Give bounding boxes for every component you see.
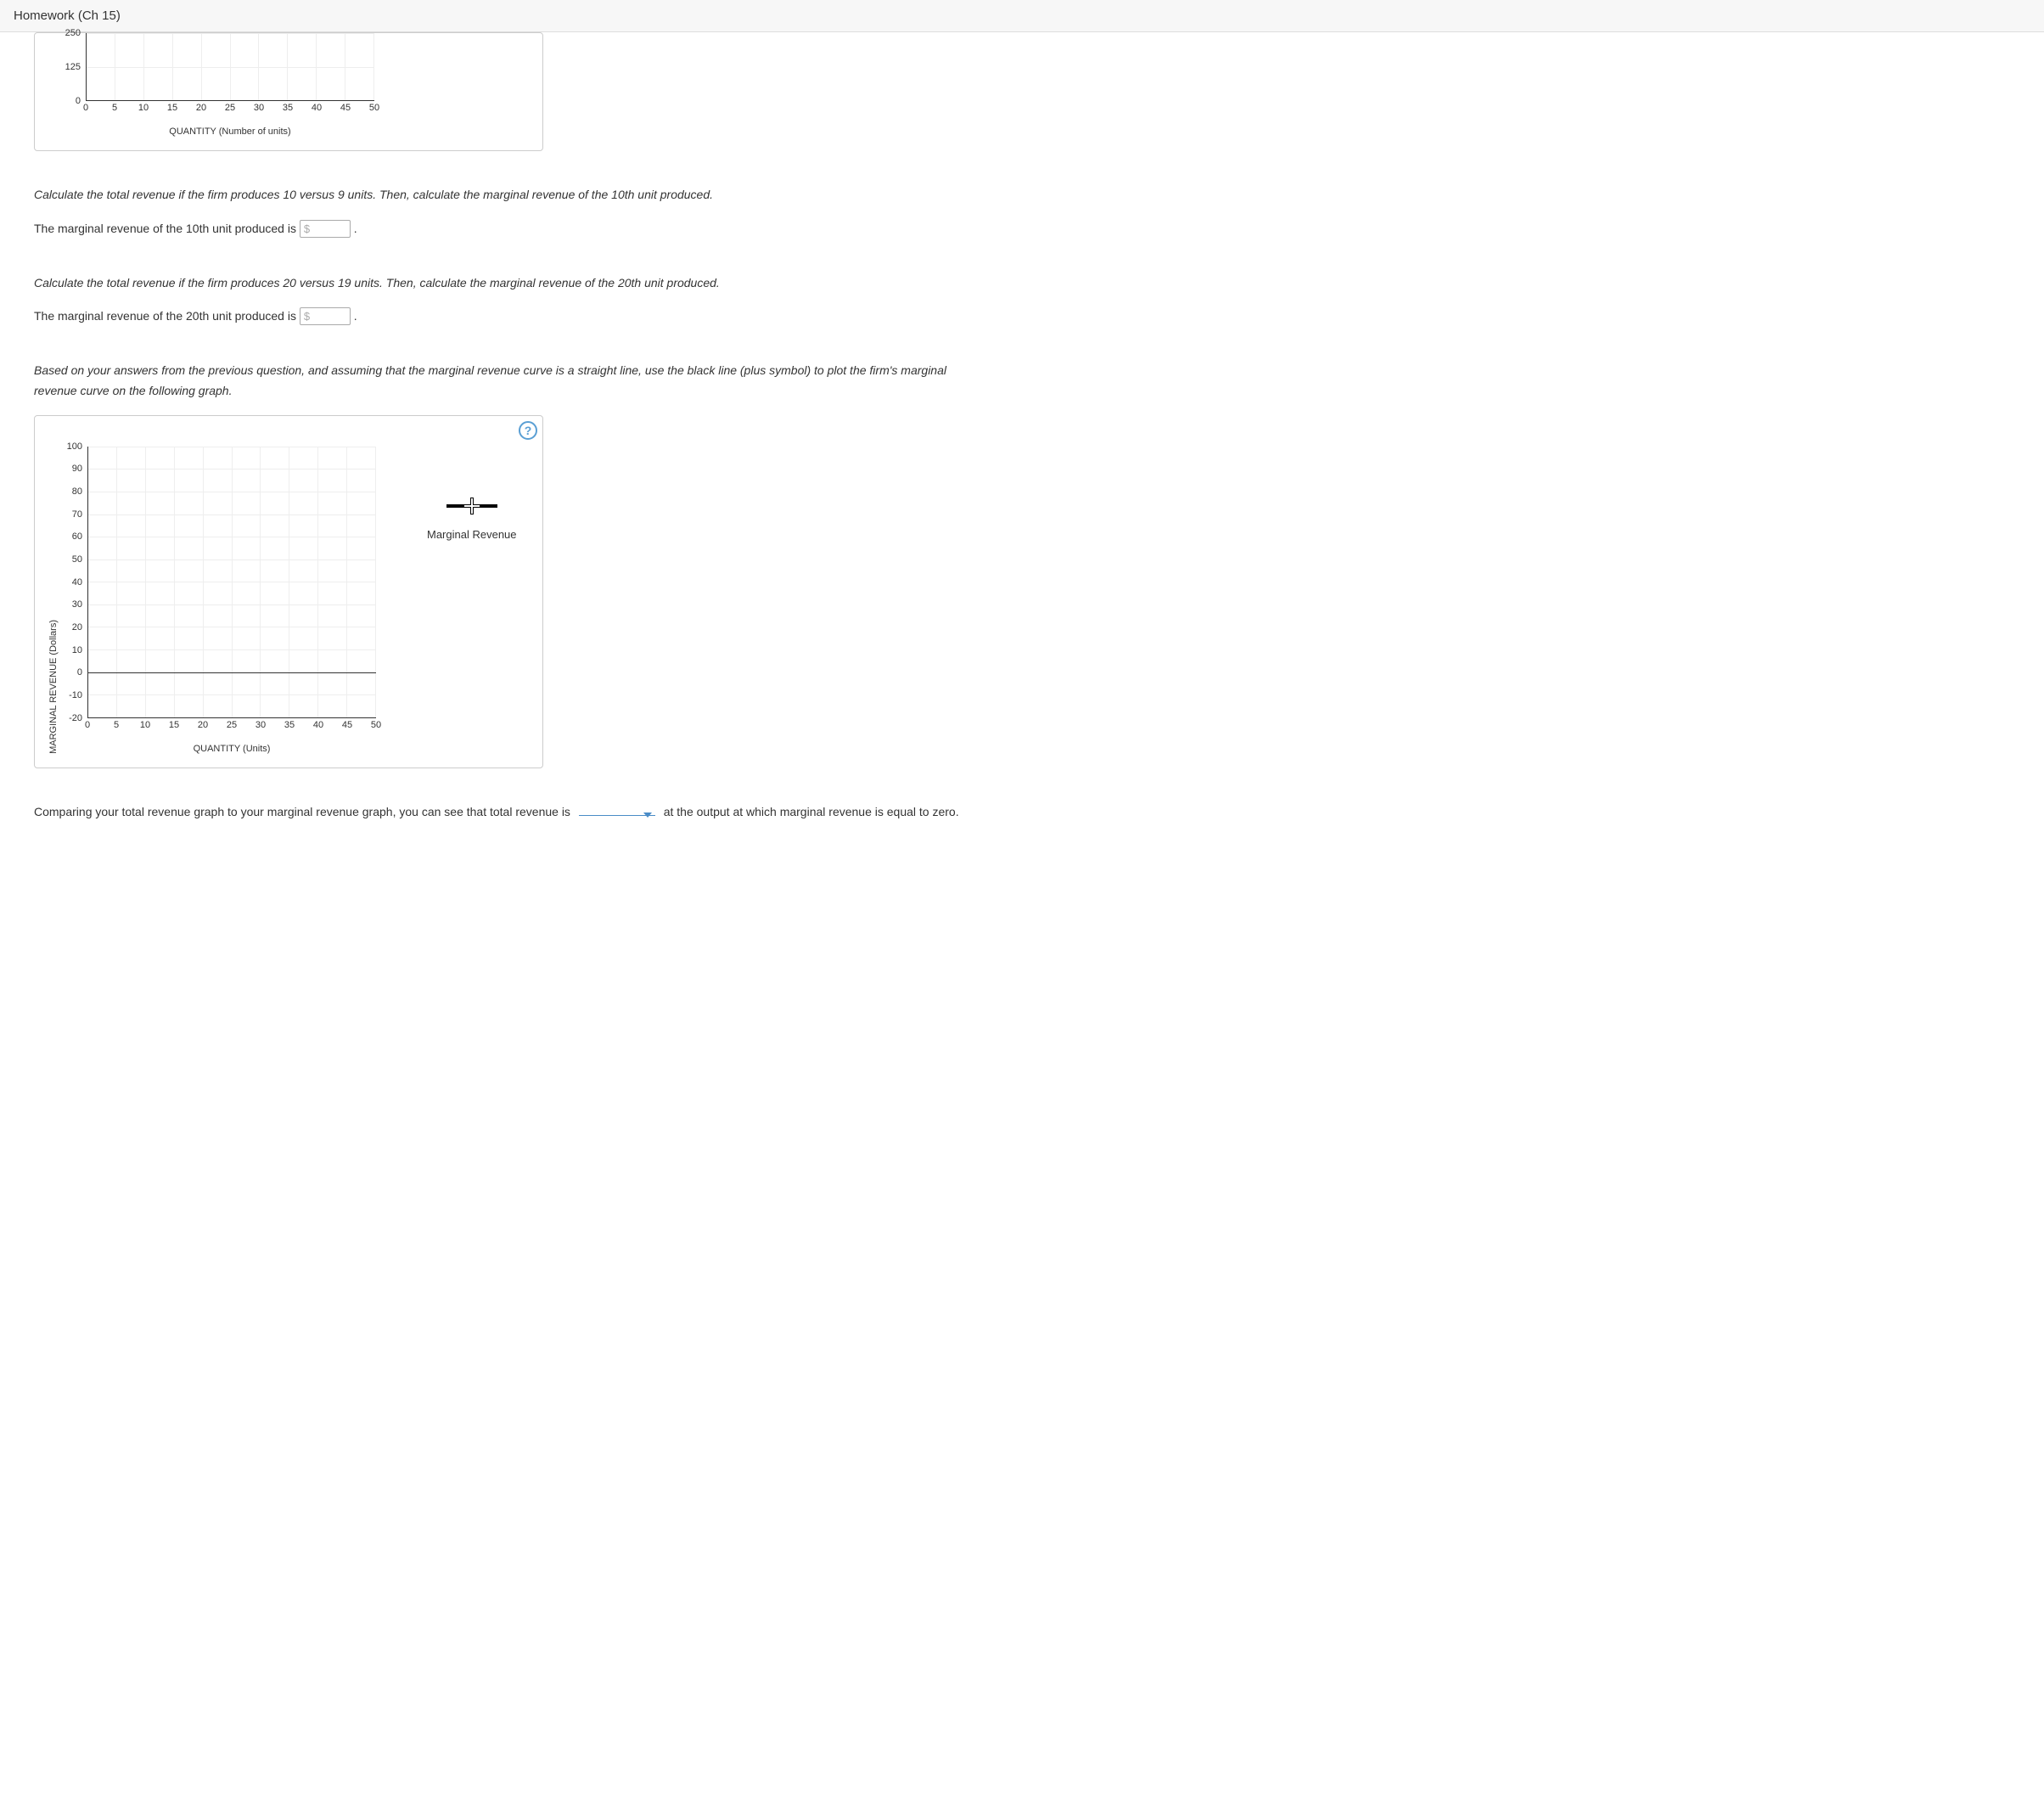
q1-input[interactable] <box>300 220 351 238</box>
mr-chart-body: 100 90 80 70 60 50 40 30 20 10 0 -10 -20 <box>62 447 376 754</box>
mr-legend-item[interactable]: Marginal Revenue <box>427 498 517 541</box>
q2-post: . <box>354 309 357 323</box>
mr-legend-label: Marginal Revenue <box>427 528 517 541</box>
q1-answer-row: The marginal revenue of the 10th unit pr… <box>34 219 985 239</box>
mr-x-ticks: 0 5 10 15 20 25 30 35 40 45 50 <box>87 718 376 732</box>
conclusion-post: at the output at which marginal revenue … <box>664 805 959 818</box>
q2-prompt: Calculate the total revenue if the firm … <box>34 273 985 294</box>
plus-line-icon <box>446 498 497 515</box>
q1-post: . <box>354 222 357 235</box>
q1-prompt: Calculate the total revenue if the firm … <box>34 185 985 205</box>
tr-x-ticks: 0 5 10 15 20 25 30 35 40 45 50 <box>86 101 374 115</box>
q2-input[interactable] <box>300 307 351 325</box>
conclusion-select[interactable] <box>579 814 655 816</box>
tr-chart-card: 250 125 0 0 5 10 15 <box>34 32 543 151</box>
page-title: Homework (Ch 15) <box>14 8 121 23</box>
mr-chart-card: ? MARGINAL REVENUE (Dollars) 100 90 80 7… <box>34 415 543 768</box>
conclusion-pre: Comparing your total revenue graph to yo… <box>34 805 570 818</box>
graph-instruction: Based on your answers from the previous … <box>34 361 985 402</box>
q2-answer-row: The marginal revenue of the 20th unit pr… <box>34 306 985 327</box>
page-header: Homework (Ch 15) <box>0 0 2044 32</box>
mr-legend: Marginal Revenue <box>427 447 517 541</box>
conclusion-row: Comparing your total revenue graph to yo… <box>34 802 985 823</box>
q2-pre: The marginal revenue of the 20th unit pr… <box>34 309 296 323</box>
help-button[interactable]: ? <box>519 421 537 440</box>
tr-x-label: QUANTITY (Number of units) <box>86 127 374 137</box>
tr-chart-body: 250 125 0 0 5 10 15 <box>57 33 374 137</box>
mr-y-ticks: 100 90 80 70 60 50 40 30 20 10 0 -10 -20 <box>62 447 87 718</box>
tr-chart-plot[interactable] <box>86 33 374 101</box>
mr-y-label: MARGINAL REVENUE (Dollars) <box>48 620 59 754</box>
mr-x-label: QUANTITY (Units) <box>87 744 376 754</box>
q1-pre: The marginal revenue of the 10th unit pr… <box>34 222 296 235</box>
mr-chart-plot[interactable] <box>87 447 376 718</box>
tr-y-ticks: 250 125 0 <box>57 33 86 101</box>
